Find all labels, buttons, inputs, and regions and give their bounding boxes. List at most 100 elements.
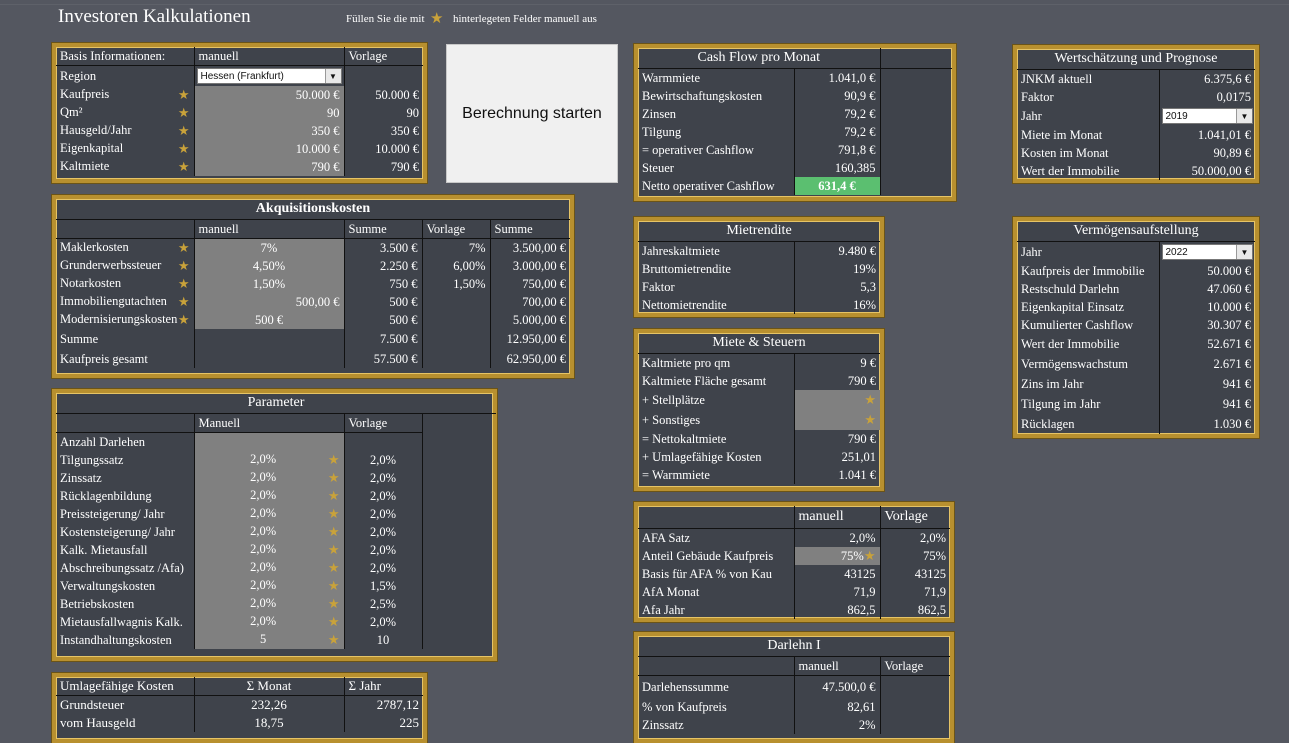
- basis-info-panel: Basis Informationen: manuell Vorlage Reg…: [52, 43, 427, 183]
- row-label: Instandhaltungskosten: [56, 631, 195, 649]
- sonstiges-input[interactable]: ★: [794, 410, 880, 430]
- cell-value: 1.041,01 €: [1197, 127, 1251, 142]
- cell-value: 790 €: [847, 431, 876, 446]
- region-select[interactable]: Hessen (Frankfurt) ▼: [196, 68, 342, 84]
- row-label: Immobiliengutachten ★: [56, 293, 195, 311]
- hausgeld-input[interactable]: 350 €: [194, 122, 345, 140]
- start-calculation-button[interactable]: Berechnung starten: [446, 44, 618, 183]
- row-label: + Sonstiges: [638, 410, 795, 430]
- cell-value: 30.307 €: [1207, 317, 1251, 332]
- cell-value: 862,5: [917, 602, 946, 617]
- row-label: Steuer: [638, 159, 795, 177]
- cell-value: 47.060 €: [1207, 281, 1251, 296]
- row-label: Anzahl Darlehen: [56, 432, 195, 451]
- page-title: Investoren Kalkulationen: [58, 6, 251, 27]
- verwaltung-input[interactable]: 2,0% ★: [194, 577, 345, 595]
- chevron-down-icon[interactable]: ▼: [1236, 245, 1252, 259]
- cell-value: 232,26: [194, 695, 345, 714]
- sheet-gridline: [0, 0, 1289, 5]
- cell-value: 2,0%: [919, 530, 946, 545]
- cell-value: 1.030 €: [1213, 416, 1252, 431]
- cell-value: 52.671 €: [1207, 336, 1251, 351]
- cell-value: 225: [399, 715, 420, 730]
- umlage-header-monat: Σ Monat: [194, 677, 345, 696]
- akq-col-manuell: manuell: [194, 219, 345, 239]
- row-label: = operativer Cashflow: [638, 141, 795, 159]
- anteil-gebaeude-input[interactable]: 75%★: [794, 547, 881, 565]
- wert-year-select[interactable]: 2019 ▼: [1161, 108, 1253, 124]
- row-label: Bewirtschaftungskosten: [638, 87, 795, 105]
- betriebskosten-input[interactable]: 2,0% ★: [194, 595, 345, 613]
- cell-value: 2,5%: [344, 595, 423, 613]
- cell-value: 71,9: [794, 583, 881, 601]
- cell-value: 790 €: [847, 373, 876, 388]
- notarkosten-input[interactable]: 1,50%: [194, 275, 345, 293]
- modernisierung-input[interactable]: 500 €: [194, 311, 345, 329]
- afa-col-vorlage: Vorlage: [880, 506, 950, 529]
- vermoegen-year-select[interactable]: 2022 ▼: [1161, 244, 1253, 260]
- row-label: Wert der Immobilie: [1017, 162, 1160, 180]
- maklerkosten-input[interactable]: 7%: [194, 238, 345, 257]
- mietausfall-input[interactable]: 2,0% ★: [194, 541, 345, 559]
- row-label: Eigenkapital ★: [56, 140, 195, 158]
- row-label: Tilgungssatz: [56, 451, 195, 469]
- afa-col-manuell: manuell: [794, 506, 881, 529]
- summe-value-vorlage: 12.950,00 €: [506, 332, 566, 346]
- abschreibung-input[interactable]: 2,0% ★: [194, 559, 345, 577]
- row-label: Bruttomietrendite: [638, 260, 795, 278]
- hint-text-after: hinterlegeten Felder manuell aus: [453, 13, 597, 25]
- kaltmiete-input[interactable]: 790 €: [194, 158, 345, 176]
- eigenkapital-input[interactable]: 10.000 €: [194, 140, 345, 158]
- ruecklagen-input[interactable]: 2,0% ★: [194, 487, 345, 505]
- kaufpreis-gesamt-value: 57.500 €: [344, 350, 423, 368]
- cell-value: 2787,12: [376, 697, 419, 712]
- cell-value: 1,50%: [422, 275, 491, 293]
- preissteigerung-input[interactable]: 2,0% ★: [194, 505, 345, 523]
- cell-value: 1.041 €: [838, 467, 877, 482]
- instandhaltung-input[interactable]: 5 ★: [194, 631, 345, 649]
- gutachten-input[interactable]: 500,00 €: [194, 293, 345, 311]
- row-label: Zinssatz: [56, 469, 195, 487]
- wertschaetzung-panel: Wertschätzung und Prognose JNKM aktuell 6…: [1013, 45, 1259, 183]
- cell-value: 9.480 €: [838, 243, 877, 258]
- cell-value: 3.000,00 €: [512, 258, 566, 273]
- cell-value: 50.000 €: [1207, 263, 1251, 278]
- kostensteigerung-input[interactable]: 2,0% ★: [194, 523, 345, 541]
- row-label: Warmmiete: [638, 68, 795, 87]
- netto-cashflow-value: 631,4 €: [794, 177, 881, 195]
- cell-value: 2,0%: [344, 613, 423, 631]
- chevron-down-icon[interactable]: ▼: [1236, 109, 1252, 123]
- tilgungssatz-input[interactable]: 2,0% ★: [194, 451, 345, 469]
- grunderwerbssteuer-input[interactable]: 4,50%: [194, 257, 345, 275]
- row-label: Kaltmiete pro qm: [638, 353, 795, 372]
- cell-value: 47.500,0 €: [794, 675, 881, 698]
- cell-value: 0,0175: [1216, 89, 1251, 104]
- darlehn-panel: Darlehn I manuell Vorlage Darlehenssumme 4…: [634, 632, 954, 743]
- row-label: Zins im Jahr: [1017, 374, 1160, 394]
- row-label: Miete im Monat: [1017, 126, 1160, 144]
- row-label: Preissteigerung/ Jahr: [56, 505, 195, 523]
- zinssatz-input[interactable]: 2,0% ★: [194, 469, 345, 487]
- row-label: Kaltmiete Fläche gesamt: [638, 372, 795, 390]
- kaufpreis-input[interactable]: 50.000 €: [194, 86, 345, 104]
- chevron-down-icon[interactable]: ▼: [324, 69, 341, 83]
- cell-value: 2,0%: [344, 451, 423, 469]
- stellplaetze-input[interactable]: ★: [794, 390, 880, 410]
- row-label: Maklerkosten ★: [56, 238, 195, 257]
- cell-value: 43125: [794, 565, 881, 583]
- cell-value: 50.000,00 €: [1191, 163, 1251, 178]
- row-label: Jahr: [1017, 241, 1160, 262]
- cell-value: 2,0%: [344, 469, 423, 487]
- cell-value: 862,5: [794, 601, 881, 619]
- cell-value: 251,01: [841, 449, 876, 464]
- summe-value: 7.500 €: [344, 329, 423, 350]
- miete-steuern-panel: Miete & Steuern Kaltmiete pro qm 9 € Kalt…: [634, 329, 884, 491]
- cell-value: 10.000 €: [1207, 299, 1251, 314]
- anzahl-darlehen-input[interactable]: [194, 432, 345, 451]
- param-col-manuell: Manuell: [194, 413, 345, 433]
- cell-value: 1.041,0 €: [794, 68, 881, 87]
- row-label: vom Hausgeld: [56, 714, 195, 732]
- row-label: Nettomietrendite: [638, 296, 795, 314]
- qm-input[interactable]: 90: [194, 104, 345, 122]
- mietausfallwagnis-input[interactable]: 2,0% ★: [194, 613, 345, 631]
